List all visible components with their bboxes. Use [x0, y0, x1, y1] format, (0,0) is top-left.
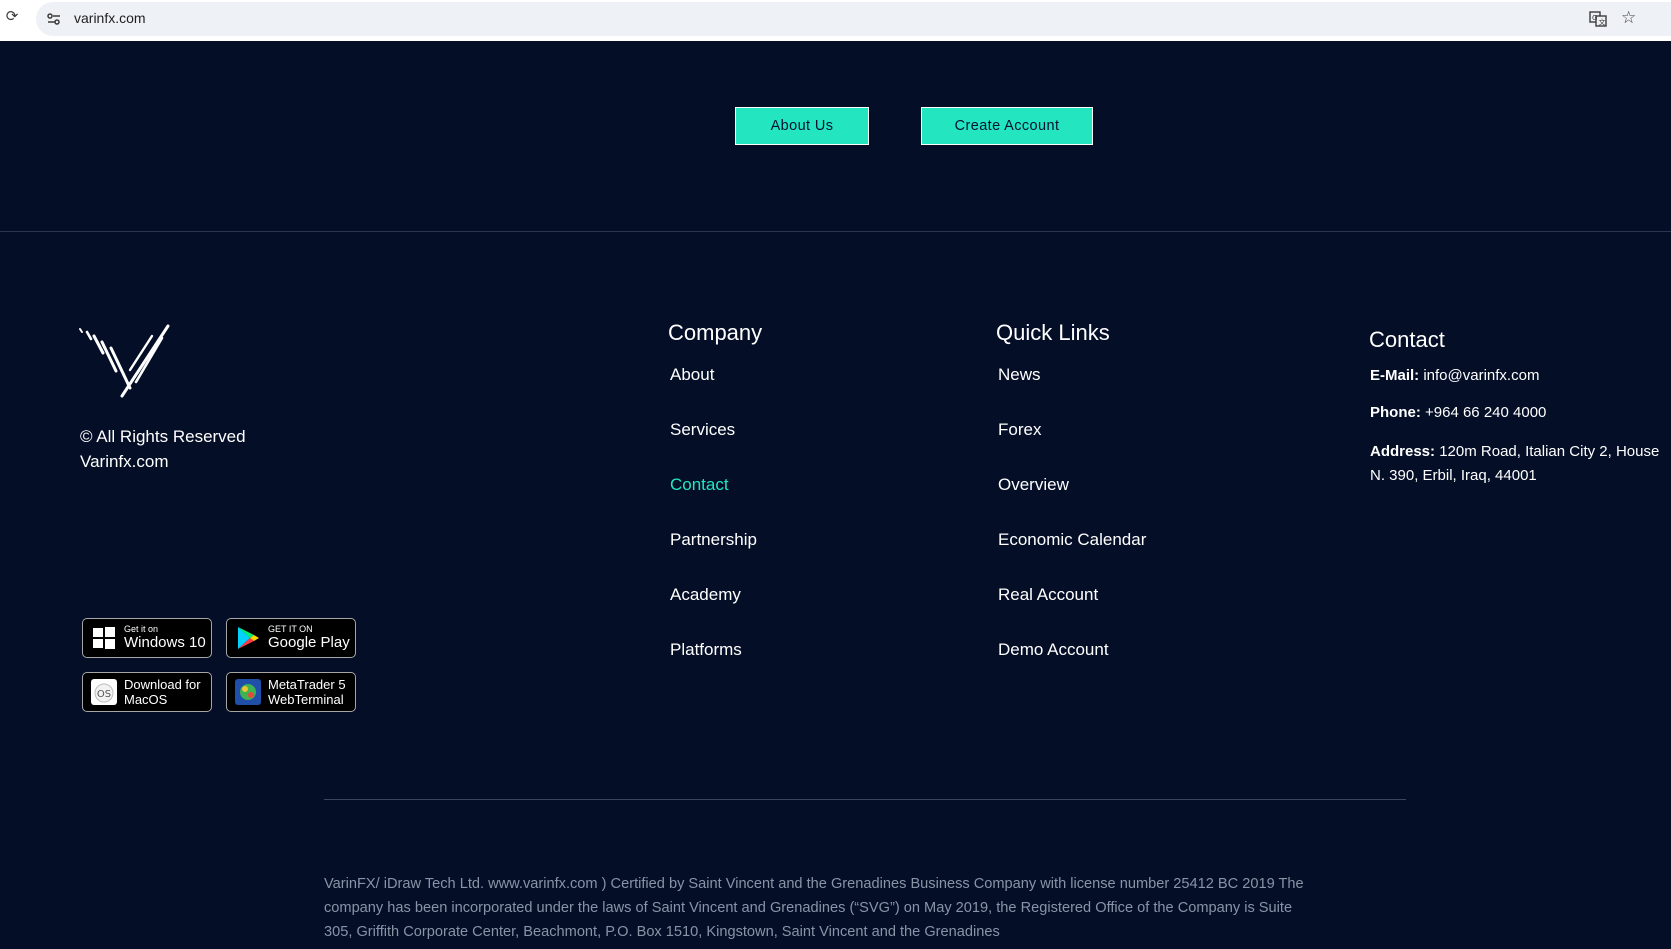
- contact-address: Address: 120m Road, Italian City 2, Hous…: [1370, 440, 1671, 488]
- address-label: Address:: [1370, 443, 1436, 460]
- footer-divider: [324, 799, 1406, 800]
- create-account-button[interactable]: Create Account: [921, 107, 1093, 145]
- footer-link-services[interactable]: Services: [670, 420, 735, 440]
- footer-link-demo-account[interactable]: Demo Account: [998, 640, 1109, 660]
- contact-email: E-Mail: info@varinfx.com: [1370, 364, 1671, 388]
- contact-heading: Contact: [1369, 327, 1445, 352]
- address-bar[interactable]: varinfx.com G 文 ☆: [36, 2, 1671, 36]
- email-label: E-Mail:: [1370, 367, 1420, 384]
- svg-text:文: 文: [1599, 18, 1606, 27]
- legal-disclaimer: VarinFX/ iDraw Tech Ltd. www.varinfx.com…: [324, 876, 1304, 940]
- badge-big-text: Google Play: [268, 633, 350, 651]
- windows-icon: [93, 627, 115, 649]
- footer-link-partnership[interactable]: Partnership: [670, 530, 757, 550]
- url-text[interactable]: varinfx.com: [74, 10, 146, 26]
- about-us-button[interactable]: About Us: [735, 107, 869, 145]
- section-divider: [0, 231, 1671, 232]
- company-heading: Company: [668, 320, 763, 345]
- google-play-icon: [238, 627, 259, 649]
- metatrader-icon: [235, 679, 261, 705]
- badge-line2: WebTerminal: [268, 692, 344, 707]
- footer-link-overview[interactable]: Overview: [998, 475, 1069, 495]
- footer-link-economic-calendar[interactable]: Economic Calendar: [998, 530, 1146, 550]
- badge-line2: MacOS: [124, 692, 168, 707]
- badge-line1: Download for: [124, 677, 201, 692]
- rights-line: © All Rights Reserved: [80, 427, 246, 446]
- macos-icon: OS: [91, 679, 117, 705]
- email-value[interactable]: info@varinfx.com: [1423, 367, 1539, 384]
- bookmark-star-icon[interactable]: ☆: [1621, 9, 1636, 27]
- phone-label: Phone:: [1370, 404, 1421, 421]
- badge-big-text: Windows 10: [124, 633, 206, 651]
- browser-toolbar: ⟳ varinfx.com G 文 ☆: [0, 0, 1671, 41]
- footer-link-forex[interactable]: Forex: [998, 420, 1041, 440]
- metatrader-webterminal-badge[interactable]: MetaTrader 5 WebTerminal: [226, 672, 356, 712]
- phone-value[interactable]: +964 66 240 4000: [1425, 404, 1546, 421]
- footer-link-news[interactable]: News: [998, 365, 1041, 385]
- copyright-text: © All Rights Reserved Varinfx.com: [80, 424, 246, 474]
- reload-icon[interactable]: ⟳: [3, 8, 21, 26]
- contact-phone: Phone: +964 66 240 4000: [1370, 401, 1671, 425]
- varinfx-logo: [79, 324, 170, 398]
- svg-text:OS: OS: [97, 689, 111, 700]
- footer-link-real-account[interactable]: Real Account: [998, 585, 1098, 605]
- rights-site: Varinfx.com: [80, 452, 169, 471]
- quick-links-heading: Quick Links: [996, 320, 1110, 345]
- site-settings-icon[interactable]: [46, 11, 62, 27]
- windows-store-badge[interactable]: Get it on Windows 10: [82, 618, 212, 658]
- svg-text:G: G: [1592, 14, 1597, 22]
- macos-download-badge[interactable]: OS Download for MacOS: [82, 672, 212, 712]
- footer-link-platforms[interactable]: Platforms: [670, 640, 742, 660]
- footer-link-about[interactable]: About: [670, 365, 714, 385]
- google-play-badge[interactable]: GET IT ON Google Play: [226, 618, 356, 658]
- translate-icon[interactable]: G 文: [1589, 10, 1607, 28]
- footer-link-academy[interactable]: Academy: [670, 585, 741, 605]
- footer-link-contact[interactable]: Contact: [670, 475, 729, 495]
- badge-line1: MetaTrader 5: [268, 677, 346, 692]
